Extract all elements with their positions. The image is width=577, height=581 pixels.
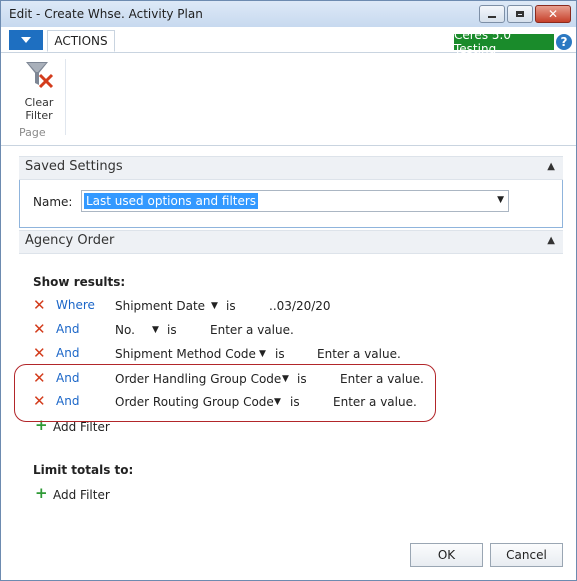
collapse-icon[interactable]: ▲	[547, 235, 555, 246]
filter-field[interactable]: Shipment Method Code	[115, 347, 256, 361]
add-filter-label: Add Filter	[53, 488, 110, 502]
clear-filter-button[interactable]: Clear Filter	[17, 59, 61, 129]
add-filter-label: Add Filter	[53, 420, 110, 434]
cancel-button[interactable]: Cancel	[490, 543, 563, 567]
filter-field[interactable]: No.	[115, 323, 135, 337]
maximize-button[interactable]	[507, 5, 533, 23]
filter-row: ✕ And Shipment Method Code ▼ is Enter a …	[33, 344, 553, 364]
saved-settings-header[interactable]: Saved Settings ▲	[19, 156, 563, 180]
ok-button[interactable]: OK	[410, 543, 483, 567]
filter-value[interactable]: Enter a value.	[317, 347, 401, 361]
maximize-icon	[516, 11, 524, 17]
clear-filter-label-line1: Clear	[24, 96, 54, 109]
environment-badge: Ceres 5.0 Testing	[454, 28, 554, 56]
remove-filter-icon[interactable]: ✕	[33, 298, 46, 313]
filter-operator[interactable]: And	[56, 322, 79, 336]
filter-is: is	[275, 347, 285, 361]
remove-filter-icon[interactable]: ✕	[33, 346, 46, 361]
name-label: Name:	[33, 195, 73, 209]
filter-value[interactable]: ..03/20/20	[269, 299, 331, 313]
collapse-icon[interactable]: ▲	[547, 161, 555, 172]
filter-value[interactable]: Enter a value.	[210, 323, 294, 337]
show-results-label: Show results:	[33, 275, 126, 289]
highlight-annotation	[14, 364, 436, 422]
dropdown-arrow-icon[interactable]: ▼	[259, 349, 266, 359]
clear-filter-icon	[26, 62, 54, 89]
limit-add-filter-button[interactable]: + Add Filter	[33, 486, 153, 504]
name-select-value: Last used options and filters	[84, 193, 259, 209]
remove-filter-icon[interactable]: ✕	[33, 322, 46, 337]
dropdown-arrow-icon[interactable]: ▼	[211, 301, 218, 311]
filter-operator[interactable]: Where	[56, 298, 95, 312]
add-icon: +	[35, 484, 48, 502]
dropdown-arrow-icon[interactable]: ▼	[497, 195, 504, 205]
filter-is: is	[226, 299, 236, 313]
chevron-down-icon	[21, 37, 31, 43]
saved-settings-title: Saved Settings	[25, 159, 123, 174]
filter-is: is	[167, 323, 177, 337]
close-icon: ✕	[547, 7, 559, 21]
agency-order-header[interactable]: Agency Order ▲	[19, 230, 563, 254]
ribbon-group-divider	[65, 59, 66, 135]
name-select[interactable]: Last used options and filters ▼	[81, 190, 509, 212]
clear-filter-label: Clear Filter	[17, 96, 61, 122]
minimize-icon	[488, 16, 496, 18]
help-icon[interactable]: ?	[556, 34, 572, 50]
filter-operator[interactable]: And	[56, 346, 79, 360]
filter-field[interactable]: Shipment Date	[115, 299, 205, 313]
ribbon-tabs: ACTIONS Ceres 5.0 Testing ?	[1, 28, 576, 56]
app-menu-button[interactable]	[9, 30, 43, 50]
tab-actions[interactable]: ACTIONS	[47, 30, 115, 52]
content-area: Saved Settings ▲ Name: Last used options…	[1, 146, 576, 580]
window-title: Edit - Create Whse. Activity Plan	[9, 7, 203, 21]
title-bar: Edit - Create Whse. Activity Plan ✕	[1, 1, 576, 27]
limit-totals-label: Limit totals to:	[33, 463, 134, 477]
minimize-button[interactable]	[479, 5, 505, 23]
clear-filter-label-line2: Filter	[25, 109, 53, 122]
ribbon-body: Clear Filter Page	[1, 53, 576, 146]
filter-row: ✕ Where Shipment Date ▼ is ..03/20/20	[33, 296, 553, 316]
filter-row: ✕ And No. ▼ is Enter a value.	[33, 320, 553, 340]
agency-order-title: Agency Order	[25, 233, 115, 248]
dialog-window: Edit - Create Whse. Activity Plan ✕ ACTI…	[0, 0, 577, 581]
ribbon-group-label: Page	[19, 126, 46, 139]
dropdown-arrow-icon[interactable]: ▼	[152, 325, 159, 335]
close-button[interactable]: ✕	[535, 5, 571, 23]
